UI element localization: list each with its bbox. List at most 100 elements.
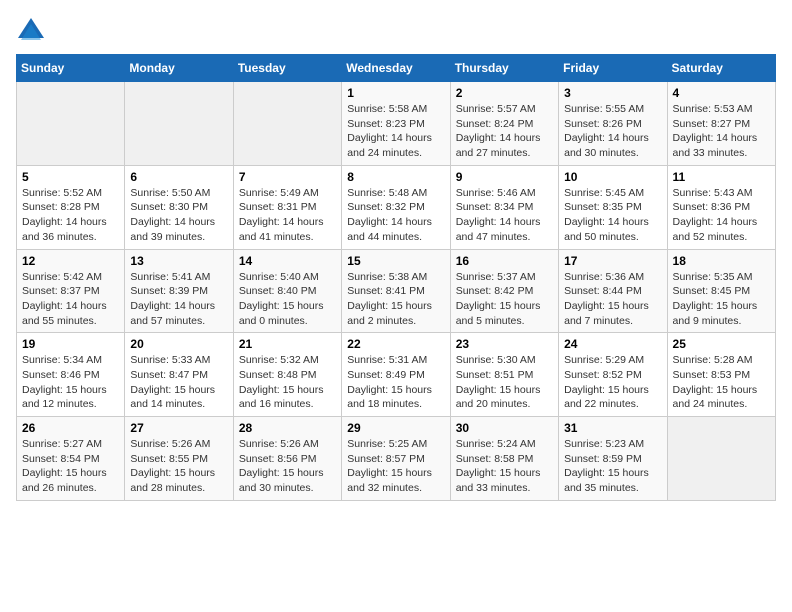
calendar-cell: 6 Sunrise: 5:50 AM Sunset: 8:30 PM Daylig… <box>125 165 233 249</box>
day-number: 16 <box>456 254 553 268</box>
calendar-week-row: 26 Sunrise: 5:27 AM Sunset: 8:54 PM Dayli… <box>17 417 776 501</box>
calendar-cell: 19 Sunrise: 5:34 AM Sunset: 8:46 PM Dayli… <box>17 333 125 417</box>
day-detail: Sunrise: 5:29 AM Sunset: 8:52 PM Dayligh… <box>564 353 661 412</box>
day-detail: Sunrise: 5:31 AM Sunset: 8:49 PM Dayligh… <box>347 353 444 412</box>
day-number: 3 <box>564 86 661 100</box>
day-number: 21 <box>239 337 336 351</box>
calendar-cell <box>233 82 341 166</box>
day-number: 11 <box>673 170 770 184</box>
day-detail: Sunrise: 5:45 AM Sunset: 8:35 PM Dayligh… <box>564 186 661 245</box>
logo-icon <box>16 16 46 46</box>
calendar-table: SundayMondayTuesdayWednesdayThursdayFrid… <box>16 54 776 501</box>
day-number: 23 <box>456 337 553 351</box>
calendar-cell: 3 Sunrise: 5:55 AM Sunset: 8:26 PM Daylig… <box>559 82 667 166</box>
day-number: 24 <box>564 337 661 351</box>
day-detail: Sunrise: 5:46 AM Sunset: 8:34 PM Dayligh… <box>456 186 553 245</box>
day-detail: Sunrise: 5:36 AM Sunset: 8:44 PM Dayligh… <box>564 270 661 329</box>
day-detail: Sunrise: 5:52 AM Sunset: 8:28 PM Dayligh… <box>22 186 119 245</box>
calendar-cell: 25Sunrise: 5:28 AM Sunset: 8:53 PM Dayli… <box>667 333 775 417</box>
calendar-cell <box>667 417 775 501</box>
calendar-cell: 20 Sunrise: 5:33 AM Sunset: 8:47 PM Dayli… <box>125 333 233 417</box>
calendar-week-row: 5Sunrise: 5:52 AM Sunset: 8:28 PM Daylig… <box>17 165 776 249</box>
day-detail: Sunrise: 5:27 AM Sunset: 8:54 PM Dayligh… <box>22 437 119 496</box>
day-number: 30 <box>456 421 553 435</box>
calendar-cell: 14Sunrise: 5:40 AM Sunset: 8:40 PM Dayli… <box>233 249 341 333</box>
calendar-cell: 22 Sunrise: 5:31 AM Sunset: 8:49 PM Dayli… <box>342 333 450 417</box>
day-number: 7 <box>239 170 336 184</box>
day-detail: Sunrise: 5:38 AM Sunset: 8:41 PM Dayligh… <box>347 270 444 329</box>
calendar-cell: 15 Sunrise: 5:38 AM Sunset: 8:41 PM Dayli… <box>342 249 450 333</box>
day-number: 22 <box>347 337 444 351</box>
day-number: 6 <box>130 170 227 184</box>
calendar-cell: 29 Sunrise: 5:25 AM Sunset: 8:57 PM Dayli… <box>342 417 450 501</box>
calendar-cell: 17 Sunrise: 5:36 AM Sunset: 8:44 PM Dayli… <box>559 249 667 333</box>
day-of-week-header: Thursday <box>450 55 558 82</box>
day-detail: Sunrise: 5:55 AM Sunset: 8:26 PM Dayligh… <box>564 102 661 161</box>
day-of-week-header: Tuesday <box>233 55 341 82</box>
calendar-cell <box>17 82 125 166</box>
calendar-cell: 24 Sunrise: 5:29 AM Sunset: 8:52 PM Dayli… <box>559 333 667 417</box>
calendar-cell: 18Sunrise: 5:35 AM Sunset: 8:45 PM Dayli… <box>667 249 775 333</box>
calendar-cell: 4 Sunrise: 5:53 AM Sunset: 8:27 PM Daylig… <box>667 82 775 166</box>
calendar-cell: 7 Sunrise: 5:49 AM Sunset: 8:31 PM Daylig… <box>233 165 341 249</box>
calendar-cell: 5Sunrise: 5:52 AM Sunset: 8:28 PM Daylig… <box>17 165 125 249</box>
day-of-week-header: Monday <box>125 55 233 82</box>
calendar-cell: 1 Sunrise: 5:58 AM Sunset: 8:23 PM Daylig… <box>342 82 450 166</box>
day-detail: Sunrise: 5:53 AM Sunset: 8:27 PM Dayligh… <box>673 102 770 161</box>
calendar-cell: 28 Sunrise: 5:26 AM Sunset: 8:56 PM Dayli… <box>233 417 341 501</box>
day-detail: Sunrise: 5:43 AM Sunset: 8:36 PM Dayligh… <box>673 186 770 245</box>
day-number: 4 <box>673 86 770 100</box>
day-detail: Sunrise: 5:32 AM Sunset: 8:48 PM Dayligh… <box>239 353 336 412</box>
calendar-cell: 23 Sunrise: 5:30 AM Sunset: 8:51 PM Dayli… <box>450 333 558 417</box>
calendar-cell: 26 Sunrise: 5:27 AM Sunset: 8:54 PM Dayli… <box>17 417 125 501</box>
days-header-row: SundayMondayTuesdayWednesdayThursdayFrid… <box>17 55 776 82</box>
logo <box>16 16 50 46</box>
day-detail: Sunrise: 5:37 AM Sunset: 8:42 PM Dayligh… <box>456 270 553 329</box>
day-detail: Sunrise: 5:34 AM Sunset: 8:46 PM Dayligh… <box>22 353 119 412</box>
day-of-week-header: Friday <box>559 55 667 82</box>
day-number: 2 <box>456 86 553 100</box>
calendar-cell: 30 Sunrise: 5:24 AM Sunset: 8:58 PM Dayli… <box>450 417 558 501</box>
day-detail: Sunrise: 5:26 AM Sunset: 8:55 PM Dayligh… <box>130 437 227 496</box>
day-detail: Sunrise: 5:58 AM Sunset: 8:23 PM Dayligh… <box>347 102 444 161</box>
calendar-cell: 27Sunrise: 5:26 AM Sunset: 8:55 PM Dayli… <box>125 417 233 501</box>
day-number: 8 <box>347 170 444 184</box>
calendar-week-row: 12Sunrise: 5:42 AM Sunset: 8:37 PM Dayli… <box>17 249 776 333</box>
day-detail: Sunrise: 5:26 AM Sunset: 8:56 PM Dayligh… <box>239 437 336 496</box>
day-number: 20 <box>130 337 227 351</box>
calendar-cell: 11 Sunrise: 5:43 AM Sunset: 8:36 PM Dayli… <box>667 165 775 249</box>
day-detail: Sunrise: 5:41 AM Sunset: 8:39 PM Dayligh… <box>130 270 227 329</box>
day-of-week-header: Saturday <box>667 55 775 82</box>
day-number: 9 <box>456 170 553 184</box>
day-detail: Sunrise: 5:23 AM Sunset: 8:59 PM Dayligh… <box>564 437 661 496</box>
calendar-cell: 12Sunrise: 5:42 AM Sunset: 8:37 PM Dayli… <box>17 249 125 333</box>
calendar-cell <box>125 82 233 166</box>
day-detail: Sunrise: 5:50 AM Sunset: 8:30 PM Dayligh… <box>130 186 227 245</box>
calendar-cell: 16 Sunrise: 5:37 AM Sunset: 8:42 PM Dayli… <box>450 249 558 333</box>
day-detail: Sunrise: 5:35 AM Sunset: 8:45 PM Dayligh… <box>673 270 770 329</box>
day-detail: Sunrise: 5:25 AM Sunset: 8:57 PM Dayligh… <box>347 437 444 496</box>
calendar-week-row: 1 Sunrise: 5:58 AM Sunset: 8:23 PM Daylig… <box>17 82 776 166</box>
calendar-cell: 2 Sunrise: 5:57 AM Sunset: 8:24 PM Daylig… <box>450 82 558 166</box>
page-header <box>16 16 776 46</box>
day-number: 26 <box>22 421 119 435</box>
day-number: 13 <box>130 254 227 268</box>
day-number: 28 <box>239 421 336 435</box>
day-detail: Sunrise: 5:24 AM Sunset: 8:58 PM Dayligh… <box>456 437 553 496</box>
day-number: 15 <box>347 254 444 268</box>
calendar-cell: 9 Sunrise: 5:46 AM Sunset: 8:34 PM Daylig… <box>450 165 558 249</box>
day-number: 14 <box>239 254 336 268</box>
day-of-week-header: Wednesday <box>342 55 450 82</box>
day-detail: Sunrise: 5:30 AM Sunset: 8:51 PM Dayligh… <box>456 353 553 412</box>
calendar-cell: 10Sunrise: 5:45 AM Sunset: 8:35 PM Dayli… <box>559 165 667 249</box>
day-number: 29 <box>347 421 444 435</box>
day-number: 19 <box>22 337 119 351</box>
day-number: 17 <box>564 254 661 268</box>
day-detail: Sunrise: 5:33 AM Sunset: 8:47 PM Dayligh… <box>130 353 227 412</box>
day-number: 1 <box>347 86 444 100</box>
day-detail: Sunrise: 5:57 AM Sunset: 8:24 PM Dayligh… <box>456 102 553 161</box>
calendar-cell: 8Sunrise: 5:48 AM Sunset: 8:32 PM Daylig… <box>342 165 450 249</box>
day-detail: Sunrise: 5:28 AM Sunset: 8:53 PM Dayligh… <box>673 353 770 412</box>
day-detail: Sunrise: 5:49 AM Sunset: 8:31 PM Dayligh… <box>239 186 336 245</box>
calendar-cell: 31Sunrise: 5:23 AM Sunset: 8:59 PM Dayli… <box>559 417 667 501</box>
